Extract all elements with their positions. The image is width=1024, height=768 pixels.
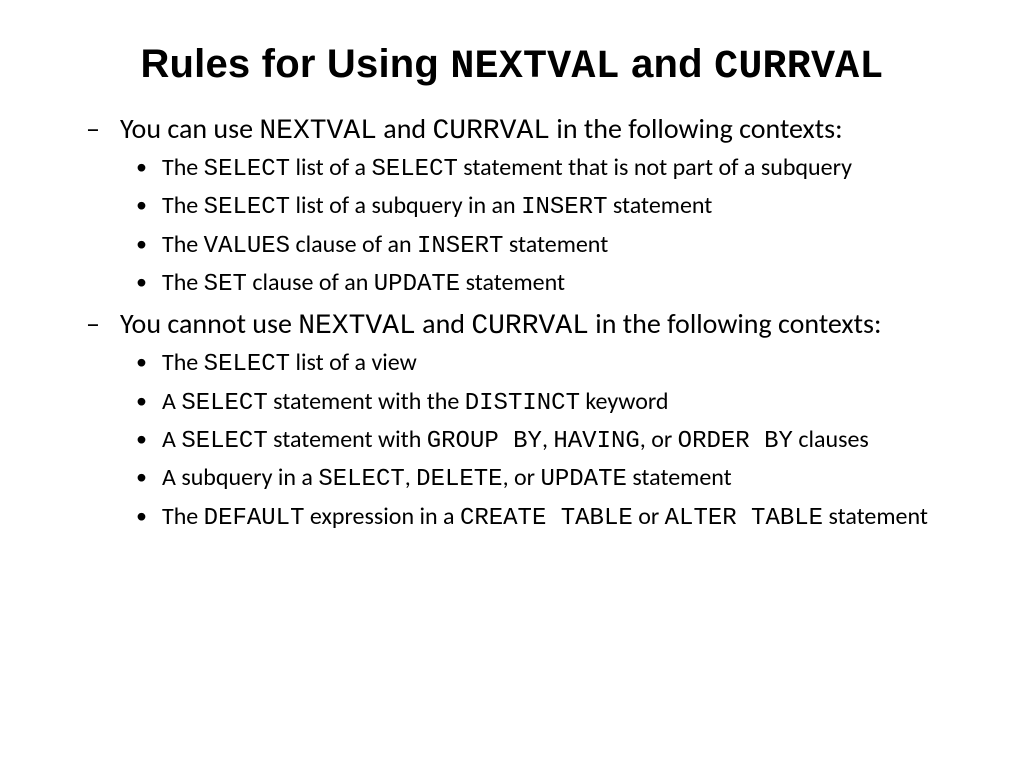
list-item: The SELECT list of a SELECT statement th…: [162, 154, 954, 184]
text: ,: [405, 463, 416, 492]
code: SET: [204, 271, 247, 298]
text: The: [162, 348, 204, 377]
text: list of a: [290, 153, 371, 182]
slide: Rules for Using NEXTVAL and CURRVAL You …: [0, 0, 1024, 571]
text: A: [162, 387, 181, 416]
text: The: [162, 230, 204, 259]
list-item: The SELECT list of a view: [162, 349, 954, 379]
text: , or: [503, 463, 541, 492]
code: DELETE: [416, 466, 502, 493]
code: SELECT: [181, 428, 267, 455]
section-cannot-use: You cannot use NEXTVAL and CURRVAL in th…: [120, 307, 954, 533]
text: statement: [460, 268, 565, 297]
slide-title: Rules for Using NEXTVAL and CURRVAL: [50, 42, 974, 90]
code: INSERT: [417, 233, 503, 260]
code: UPDATE: [374, 271, 460, 298]
code: DISTINCT: [465, 390, 580, 417]
code: SELECT: [371, 156, 457, 183]
text: statement that is not part of a subquery: [458, 153, 852, 182]
text: clause of an: [247, 268, 374, 297]
code: DEFAULT: [204, 505, 305, 532]
text: The: [162, 153, 204, 182]
title-code-1: NEXTVAL: [450, 45, 619, 90]
lead-text: and: [416, 306, 472, 341]
code: ORDER BY: [678, 428, 793, 455]
list-item: The SELECT list of a subquery in an INSE…: [162, 192, 954, 222]
code: HAVING: [553, 428, 639, 455]
text: keyword: [580, 387, 669, 416]
bullet-list-level2: The SELECT list of a SELECT statement th…: [120, 154, 954, 299]
bullet-list-level2: The SELECT list of a view A SELECT state…: [120, 349, 954, 533]
lead-text: in the following contexts:: [589, 306, 881, 341]
text: The: [162, 268, 204, 297]
code: GROUP BY: [427, 428, 542, 455]
text: statement with: [268, 425, 427, 454]
lead-text: and: [377, 111, 433, 146]
code: SELECT: [204, 156, 290, 183]
lead-text: You cannot use: [120, 306, 298, 341]
text: statement: [607, 191, 712, 220]
list-item: A subquery in a SELECT, DELETE, or UPDAT…: [162, 464, 954, 494]
code: VALUES: [204, 233, 290, 260]
code: ALTER TABLE: [665, 505, 823, 532]
lead-code: CURRVAL: [432, 116, 550, 147]
code: INSERT: [521, 194, 607, 221]
code: UPDATE: [540, 466, 626, 493]
code: SELECT: [318, 466, 404, 493]
code: SELECT: [204, 351, 290, 378]
bullet-list-level1: You can use NEXTVAL and CURRVAL in the f…: [50, 112, 974, 533]
text: list of a subquery in an: [290, 191, 521, 220]
text: The: [162, 191, 204, 220]
code: SELECT: [204, 194, 290, 221]
text: ,: [542, 425, 553, 454]
list-item: The DEFAULT expression in a CREATE TABLE…: [162, 503, 954, 533]
text: statement with the: [268, 387, 465, 416]
text: list of a view: [290, 348, 417, 377]
text: A: [162, 425, 181, 454]
section-can-use: You can use NEXTVAL and CURRVAL in the f…: [120, 112, 954, 299]
lead-text: You can use: [120, 111, 259, 146]
text: The: [162, 502, 204, 531]
text: A subquery in a: [162, 463, 318, 492]
lead-code: NEXTVAL: [259, 116, 377, 147]
lead-code: NEXTVAL: [298, 311, 416, 342]
lead-text: in the following contexts:: [550, 111, 842, 146]
lead-code: CURRVAL: [471, 311, 589, 342]
list-item: The VALUES clause of an INSERT statement: [162, 231, 954, 261]
list-item: A SELECT statement with the DISTINCT key…: [162, 388, 954, 418]
title-text-1: Rules for Using: [140, 42, 450, 86]
text: statement: [503, 230, 608, 259]
text: statement: [627, 463, 732, 492]
text: , or: [640, 425, 678, 454]
text: clause of an: [290, 230, 417, 259]
list-item: The SET clause of an UPDATE statement: [162, 269, 954, 299]
code: SELECT: [181, 390, 267, 417]
title-text-2: and: [620, 42, 714, 86]
text: clauses: [793, 425, 869, 454]
text: or: [633, 502, 665, 531]
text: expression in a: [305, 502, 460, 531]
title-code-2: CURRVAL: [714, 45, 883, 90]
text: statement: [823, 502, 928, 531]
code: CREATE TABLE: [460, 505, 633, 532]
list-item: A SELECT statement with GROUP BY, HAVING…: [162, 426, 954, 456]
